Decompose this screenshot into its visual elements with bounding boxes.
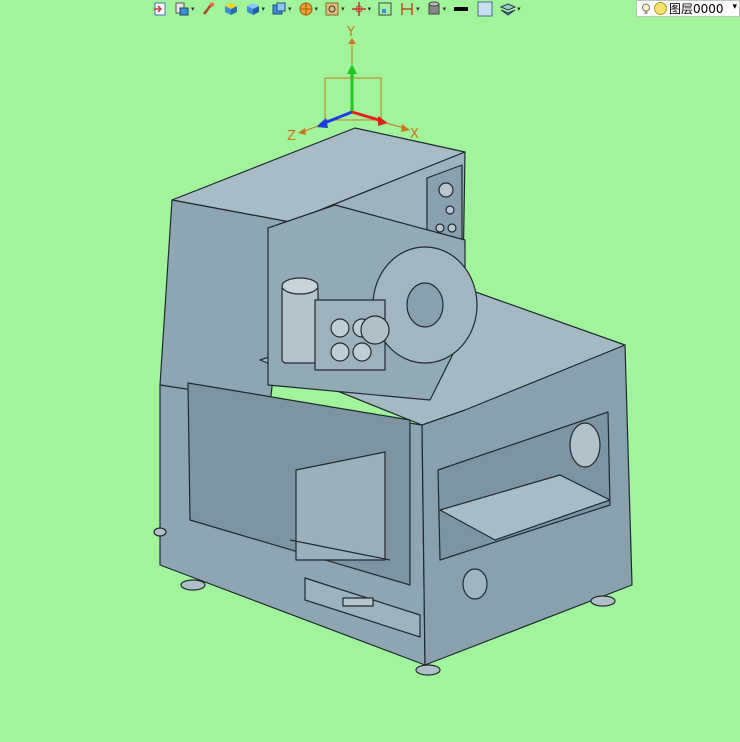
pan-view-icon — [378, 2, 392, 16]
x-axis-arrow-icon — [378, 116, 388, 126]
chevron-down-icon: ▾ — [367, 4, 372, 13]
feed-roller — [330, 318, 350, 338]
feed-roller — [352, 342, 372, 362]
axis-triad[interactable]: Y Z X — [287, 25, 419, 144]
view-cube-button[interactable]: ▾ — [269, 1, 294, 17]
chevron-down-icon: ▾ — [288, 4, 292, 13]
import-icon — [154, 2, 166, 16]
cylinder-icon — [428, 1, 440, 15]
toolbar: ▾ ▾ ▾ ▾ ▾ ▾ ▾ ▾ ▾ — [150, 0, 523, 18]
layers-icon — [500, 3, 517, 16]
fill-color-button[interactable] — [474, 1, 496, 17]
solid-cube-icon — [246, 3, 259, 15]
leveling-foot — [415, 664, 441, 676]
zoom-fit-icon — [325, 2, 339, 16]
chevron-down-icon: ▾ — [341, 4, 345, 13]
pan-view-button[interactable] — [375, 1, 395, 17]
fill-color-swatch — [477, 1, 493, 17]
render-sphere-icon — [299, 2, 313, 16]
leveling-foot — [590, 595, 616, 607]
import-button[interactable] — [150, 1, 170, 17]
chevron-down-icon: ▾ — [314, 4, 319, 13]
layer-color-icon — [654, 2, 667, 15]
section-view-icon — [401, 3, 413, 15]
drawer-handle — [342, 597, 374, 607]
line-color-swatch — [454, 7, 469, 11]
machine-model — [153, 127, 633, 676]
z-axis-label: Z — [287, 129, 296, 144]
motor-cap — [281, 277, 319, 295]
color-cube-button[interactable] — [221, 1, 241, 17]
x-axis-extension — [385, 122, 405, 129]
chevron-down-icon[interactable]: ▾ — [732, 2, 737, 12]
y-axis-label: Y — [346, 25, 355, 40]
leveling-foot — [180, 579, 206, 591]
assembly-button[interactable]: ▾ — [172, 1, 197, 17]
control-button — [445, 205, 455, 215]
paint-button[interactable] — [199, 1, 219, 17]
chevron-down-icon: ▾ — [442, 4, 447, 13]
side-pulley — [569, 422, 601, 468]
zoom-fit-button[interactable]: ▾ — [322, 1, 347, 17]
layers-button[interactable]: ▾ — [498, 1, 523, 17]
chevron-down-icon: ▾ — [261, 4, 266, 13]
view-cube-icon — [272, 2, 286, 15]
chevron-down-icon: ▾ — [517, 4, 521, 13]
paint-brush-icon — [202, 2, 214, 15]
control-knob — [438, 182, 454, 198]
solid-cube-button[interactable]: ▾ — [243, 1, 268, 17]
section-view-button[interactable]: ▾ — [397, 1, 422, 17]
x-axis-label: X — [410, 127, 419, 142]
color-cube-icon — [224, 3, 237, 15]
guide-wheel — [360, 315, 390, 345]
layer-select[interactable]: 图层0000 ▾ — [636, 0, 740, 17]
leveling-foot — [153, 527, 167, 537]
assembly-icon — [175, 2, 189, 16]
rotate-view-button[interactable]: ▾ — [349, 1, 374, 17]
x-axis-tip-icon — [401, 124, 410, 132]
line-color-button[interactable] — [450, 1, 472, 17]
rotate-view-icon — [351, 2, 366, 16]
motor — [281, 284, 319, 364]
chevron-down-icon: ▾ — [416, 4, 420, 13]
z-axis-tip-icon — [298, 128, 306, 135]
disc-hub — [406, 282, 444, 328]
handwheel — [462, 568, 488, 600]
model-viewport[interactable]: Y Z X — [0, 18, 740, 742]
control-button — [435, 223, 445, 233]
layer-name: 图层0000 — [669, 2, 724, 16]
render-button[interactable]: ▾ — [296, 1, 321, 17]
cylinder-button[interactable]: ▾ — [424, 1, 449, 17]
control-button — [447, 223, 457, 233]
chevron-down-icon: ▾ — [191, 4, 195, 13]
feed-roller — [330, 342, 350, 362]
y-axis-arrow-icon — [347, 64, 357, 74]
lightbulb-icon — [642, 3, 650, 14]
